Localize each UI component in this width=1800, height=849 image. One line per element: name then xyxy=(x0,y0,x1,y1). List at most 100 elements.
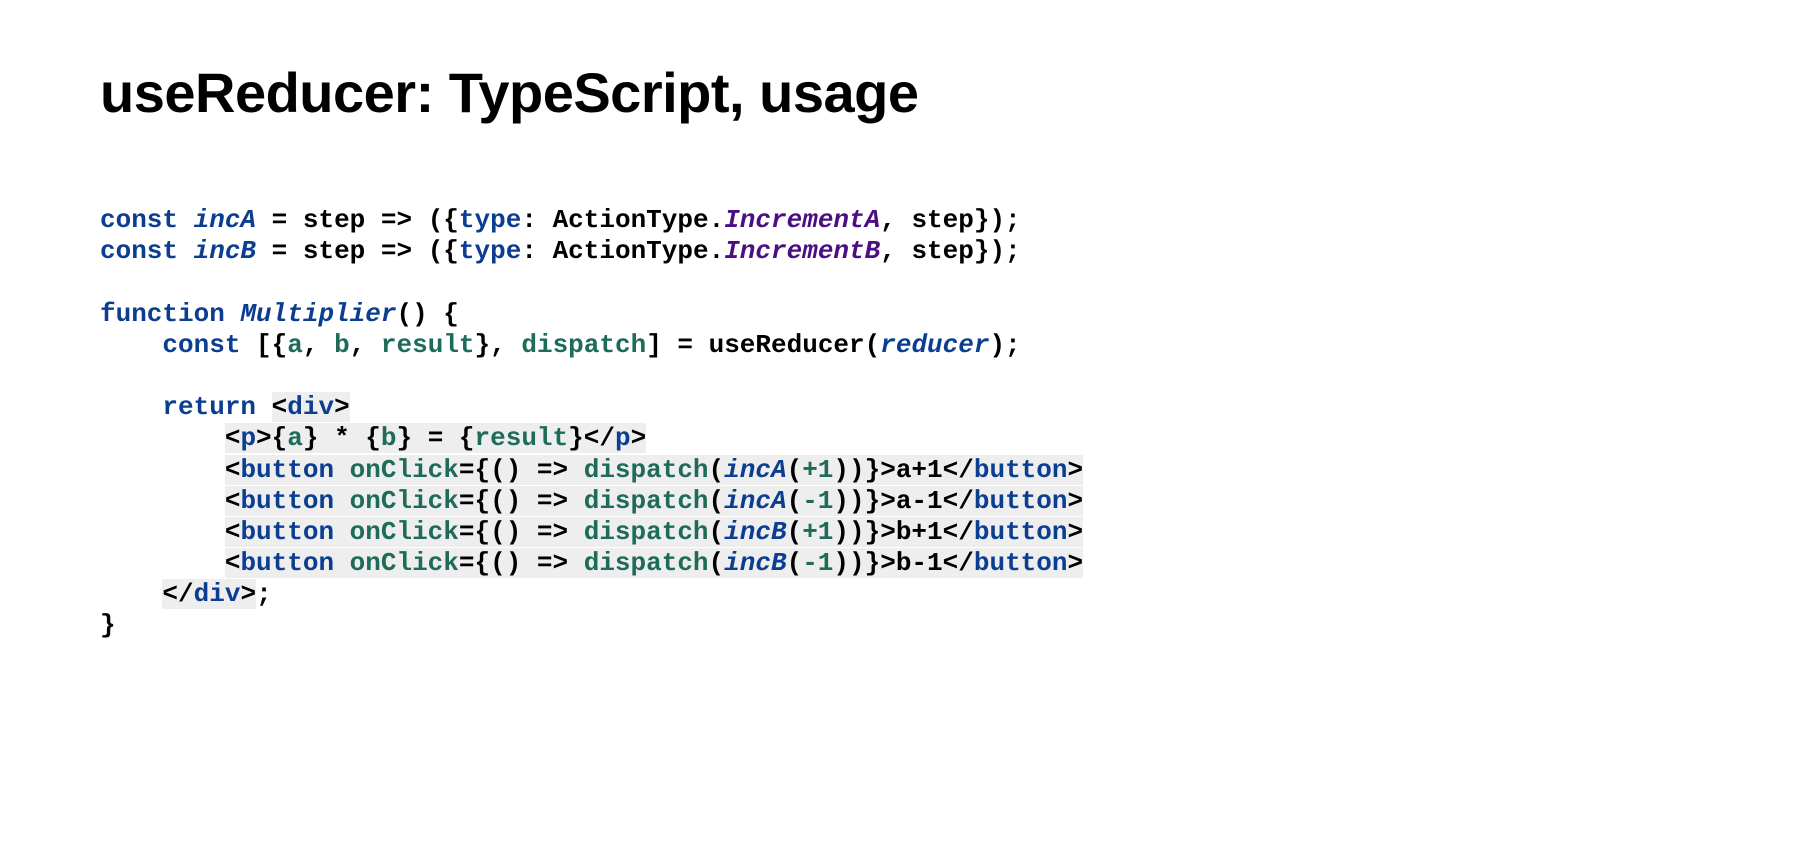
indent xyxy=(100,455,225,485)
attr-onclick: onClick xyxy=(350,548,459,578)
identifier-multiplier: Multiplier xyxy=(240,299,396,329)
attr-onclick: onClick xyxy=(350,455,459,485)
lt: < xyxy=(225,423,241,453)
number: +1 xyxy=(802,517,833,547)
colon: : xyxy=(521,205,552,235)
gt: > xyxy=(631,423,647,453)
text: } * { xyxy=(303,423,381,453)
brace: ({ xyxy=(428,205,459,235)
arrow: {() => xyxy=(475,517,584,547)
identifier-incB: incB xyxy=(194,236,256,266)
space xyxy=(225,299,241,329)
enum-ns: ActionType. xyxy=(553,205,725,235)
paren: ( xyxy=(709,517,725,547)
enum-member: IncrementB xyxy=(724,236,880,266)
rest: , step}); xyxy=(880,205,1020,235)
btn-text: a+1 xyxy=(896,455,943,485)
lt: < xyxy=(272,392,288,422)
brace: }, xyxy=(475,330,522,360)
space xyxy=(240,330,256,360)
tag-button: button xyxy=(240,486,334,516)
keyword-const: const xyxy=(100,236,178,266)
comma: , xyxy=(303,330,334,360)
indent xyxy=(100,330,162,360)
code-line-btn1: <button onClick={() => dispatch(incA(+1)… xyxy=(100,455,1083,485)
tag-button: button xyxy=(974,548,1068,578)
btn-text: a-1 xyxy=(896,486,943,516)
brace: [{ xyxy=(256,330,287,360)
lt: </ xyxy=(584,423,615,453)
var-result: result xyxy=(475,423,569,453)
lt: < xyxy=(225,455,241,485)
eq: = xyxy=(459,486,475,516)
slide: useReducer: TypeScript, usage const incA… xyxy=(0,0,1800,849)
gt: > xyxy=(240,579,256,609)
op: = xyxy=(256,205,303,235)
code-block: const incA = step => ({type: ActionType.… xyxy=(100,205,1700,642)
gt: > xyxy=(334,392,350,422)
lt: < xyxy=(225,517,241,547)
tag-p: p xyxy=(240,423,256,453)
brace: ({ xyxy=(428,236,459,266)
rest: ] = useReducer( xyxy=(646,330,880,360)
tag-button: button xyxy=(240,548,334,578)
code-line-6: <p>{a} * {b} = {result}</p> xyxy=(100,423,646,453)
rest: , step}); xyxy=(880,236,1020,266)
paren: ( xyxy=(787,548,803,578)
var-a: a xyxy=(287,330,303,360)
tag-button: button xyxy=(974,486,1068,516)
gt: > xyxy=(880,548,896,578)
keyword-return: return xyxy=(162,392,256,422)
tag-button: button xyxy=(240,455,334,485)
identifier-incB: incB xyxy=(724,548,786,578)
attr-onclick: onClick xyxy=(350,486,459,516)
gt: > xyxy=(1067,486,1083,516)
brace: { xyxy=(272,423,288,453)
code-line-1: const incA = step => ({type: ActionType.… xyxy=(100,205,1021,235)
gt: > xyxy=(1067,548,1083,578)
enum-ns: ActionType. xyxy=(553,236,725,266)
key-type: type xyxy=(459,236,521,266)
paren: ))} xyxy=(833,517,880,547)
brace: } xyxy=(100,610,116,640)
var-dispatch: dispatch xyxy=(521,330,646,360)
indent xyxy=(100,392,162,422)
param: step xyxy=(303,236,365,266)
code-line-12: } xyxy=(100,610,116,640)
arrow: => xyxy=(365,236,427,266)
tag-div: div xyxy=(287,392,334,422)
space xyxy=(256,392,272,422)
lt: < xyxy=(225,486,241,516)
indent xyxy=(100,517,225,547)
paren: ( xyxy=(709,486,725,516)
paren: ))} xyxy=(833,548,880,578)
brace: } xyxy=(568,423,584,453)
indent xyxy=(100,548,225,578)
var-result: result xyxy=(381,330,475,360)
paren: ( xyxy=(787,517,803,547)
code-line-5: return <div> xyxy=(100,392,350,422)
code-line-4: const [{a, b, result}, dispatch] = useRe… xyxy=(100,330,1021,360)
gt: > xyxy=(1067,455,1083,485)
identifier-incA: incA xyxy=(724,455,786,485)
var-a: a xyxy=(287,423,303,453)
tag-button: button xyxy=(974,455,1068,485)
identifier-reducer: reducer xyxy=(880,330,989,360)
semi: ; xyxy=(256,579,272,609)
arrow: {() => xyxy=(475,455,584,485)
code-line-btn2: <button onClick={() => dispatch(incA(-1)… xyxy=(100,486,1083,516)
tag-p: p xyxy=(615,423,631,453)
eq: = xyxy=(459,517,475,547)
indent xyxy=(100,423,225,453)
indent xyxy=(100,486,225,516)
space xyxy=(334,455,350,485)
colon: : xyxy=(521,236,552,266)
lt: </ xyxy=(943,486,974,516)
lt: < xyxy=(225,548,241,578)
comma: , xyxy=(350,330,381,360)
paren: ))} xyxy=(833,486,880,516)
btn-text: b+1 xyxy=(896,517,943,547)
number: -1 xyxy=(802,548,833,578)
tag-button: button xyxy=(974,517,1068,547)
identifier-incB: incB xyxy=(724,517,786,547)
